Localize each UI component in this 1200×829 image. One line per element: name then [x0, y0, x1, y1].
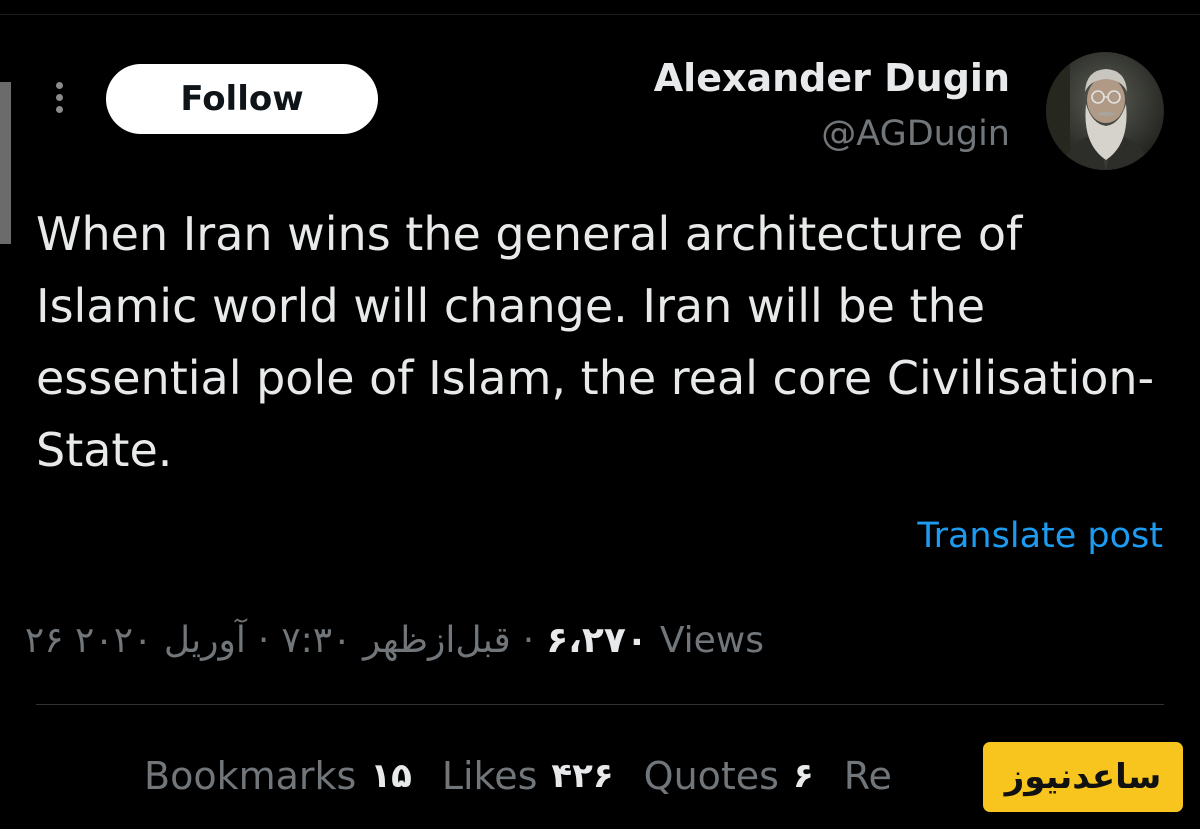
more-dot — [55, 106, 63, 113]
more-dot — [55, 82, 63, 89]
views-count[interactable]: ۶،۲۷۰ — [546, 620, 648, 661]
stat-label: Bookmarks — [144, 754, 357, 798]
scrollbar-thumb[interactable] — [0, 82, 11, 244]
stat-bookmarks[interactable]: Bookmarks ۱۵ — [144, 754, 412, 798]
stat-likes[interactable]: Likes ۴۲۶ — [442, 754, 614, 798]
engagement-stats: Bookmarks ۱۵ Likes ۴۲۶ Quotes ۶ Re — [144, 748, 906, 804]
stats-divider — [36, 704, 1164, 705]
stat-reposts[interactable]: Re — [844, 754, 906, 798]
post-date[interactable]: ۲۶ آوریل ۲۰۲۰ — [25, 620, 246, 661]
more-vertical-icon[interactable] — [52, 82, 66, 118]
meta-separator: · — [522, 619, 535, 661]
stat-label: Re — [843, 754, 892, 798]
stat-label: Quotes — [643, 754, 779, 798]
author-avatar[interactable] — [1046, 52, 1164, 170]
more-dot — [55, 94, 63, 101]
avatar-photo — [1046, 52, 1164, 170]
stat-count: ۶ — [792, 756, 814, 796]
author-handle[interactable]: @AGDugin — [821, 114, 1010, 154]
stat-quotes[interactable]: Quotes ۶ — [644, 754, 814, 798]
author-display-name[interactable]: Alexander Dugin — [654, 56, 1010, 100]
views-label[interactable]: Views — [660, 620, 764, 661]
post-time[interactable]: ۷:۳۰ قبل‌ازظهر — [281, 620, 510, 661]
top-divider — [0, 14, 1200, 15]
meta-separator: · — [257, 619, 270, 661]
stat-count: ۴۲۶ — [551, 756, 614, 796]
post-meta: Views ۶،۲۷۰ · ۷:۳۰ قبل‌ازظهر · ۲۶ آوریل … — [25, 612, 764, 668]
stat-count: ۱۵ — [370, 756, 412, 796]
stat-label: Likes — [441, 754, 538, 798]
watermark-logo: ساعدنیوز — [983, 742, 1183, 812]
post-text: When Iran wins the general architecture … — [36, 207, 1155, 477]
translate-post-link[interactable]: Translate post — [917, 516, 1163, 556]
follow-button[interactable]: Follow — [106, 64, 378, 134]
